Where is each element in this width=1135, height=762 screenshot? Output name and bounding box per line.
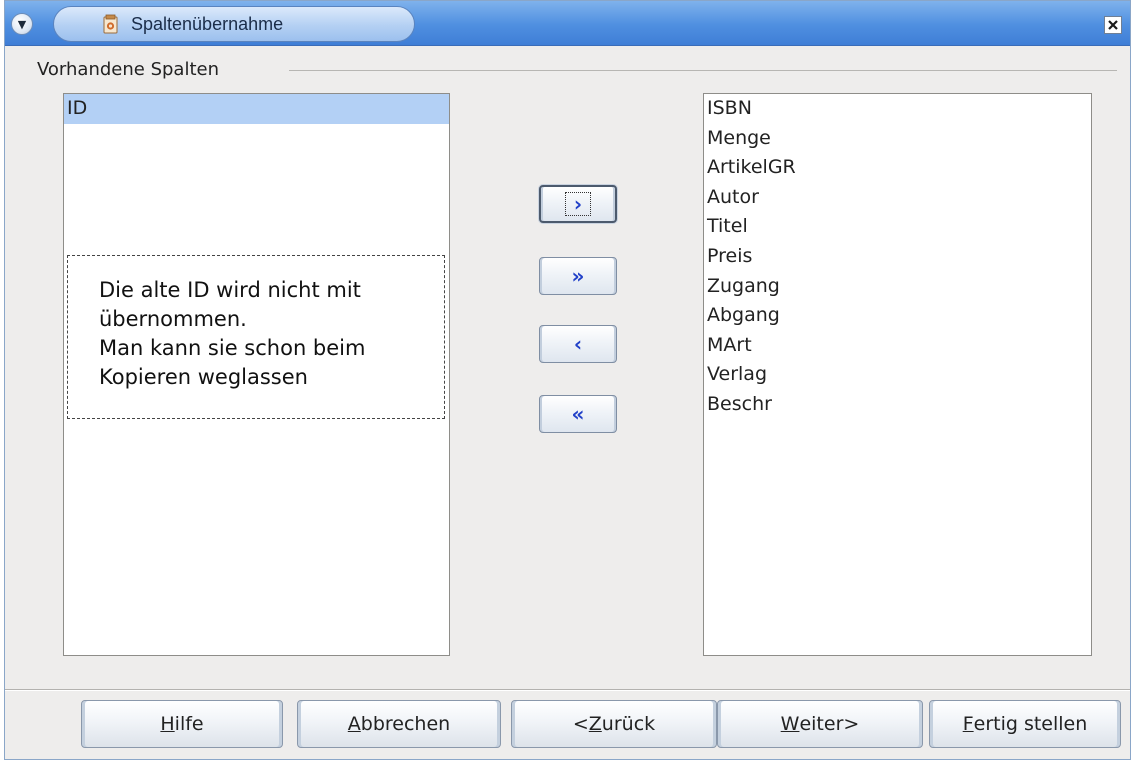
button-label: ertig stellen — [973, 713, 1088, 735]
mnemonic: A — [347, 713, 361, 735]
finish-button[interactable]: Fertig stellen — [929, 700, 1121, 748]
list-item[interactable]: Abgang — [704, 301, 1091, 331]
list-item[interactable]: Titel — [704, 212, 1091, 242]
target-columns-list[interactable]: ISBN Menge ArtikelGR Autor Titel Preis Zugang A… — [703, 93, 1092, 656]
title-bar[interactable]: ▼ Spaltenübernahme — [5, 1, 1130, 46]
annotation-line: Die alte ID wird nicht mit — [99, 278, 361, 302]
group-divider — [289, 70, 1117, 71]
button-label: bbrechen — [360, 713, 451, 735]
list-item[interactable]: Autor — [704, 183, 1091, 213]
group-label-existing-columns: Vorhandene Spalten — [37, 59, 225, 80]
annotation-line: übernommen. — [99, 307, 247, 331]
chevron-right-icon: › — [573, 192, 583, 216]
list-item[interactable]: ISBN — [704, 94, 1091, 124]
double-chevron-right-icon: » — [571, 264, 585, 288]
next-button[interactable]: Weiter> — [717, 700, 923, 748]
chevron-down-icon: ▼ — [17, 17, 27, 31]
list-item[interactable]: MArt — [704, 331, 1091, 361]
help-button[interactable]: Hilfe — [81, 700, 283, 748]
move-selected-button[interactable]: › — [539, 185, 617, 223]
close-icon — [1108, 20, 1118, 30]
close-button[interactable] — [1104, 16, 1122, 34]
back-button[interactable]: < Zurück — [511, 700, 717, 748]
remove-all-button[interactable]: « — [539, 395, 617, 433]
focus-indicator: › — [565, 192, 591, 216]
button-label-prefix: < — [572, 713, 589, 735]
cancel-button[interactable]: Abbrechen — [297, 700, 501, 748]
list-item[interactable]: Menge — [704, 124, 1091, 154]
window-title: Spaltenübernahme — [131, 14, 284, 34]
annotation-note: Die alte ID wird nicht mit übernommen. M… — [67, 255, 445, 419]
double-chevron-left-icon: « — [571, 402, 585, 426]
button-row-separator — [5, 689, 1130, 691]
mnemonic: W — [780, 713, 800, 735]
dialog-window: ▼ Spaltenübernahme Vorhandene Spalten ID… — [4, 0, 1131, 760]
button-label: urück — [601, 713, 656, 735]
database-app-icon — [103, 14, 118, 34]
mnemonic: F — [962, 713, 974, 735]
list-item[interactable]: Zugang — [704, 272, 1091, 302]
list-item[interactable]: ArtikelGR — [704, 153, 1091, 183]
mnemonic: H — [160, 713, 175, 735]
mnemonic: Z — [588, 713, 602, 735]
remove-selected-button[interactable]: ‹ — [539, 325, 617, 363]
chevron-left-icon: ‹ — [573, 332, 583, 356]
button-label: ilfe — [174, 713, 204, 735]
annotation-line: Man kann sie schon beim — [99, 336, 366, 360]
window-menu-button[interactable]: ▼ — [11, 13, 33, 35]
list-item[interactable]: Beschr — [704, 390, 1091, 420]
list-item[interactable]: ID — [64, 94, 449, 124]
list-item[interactable]: Preis — [704, 242, 1091, 272]
list-item[interactable]: Verlag — [704, 360, 1091, 390]
move-all-button[interactable]: » — [539, 257, 617, 295]
button-label: eiter> — [799, 713, 860, 735]
annotation-line: Kopieren weglassen — [99, 365, 308, 389]
title-tab: Spaltenübernahme — [53, 6, 415, 42]
